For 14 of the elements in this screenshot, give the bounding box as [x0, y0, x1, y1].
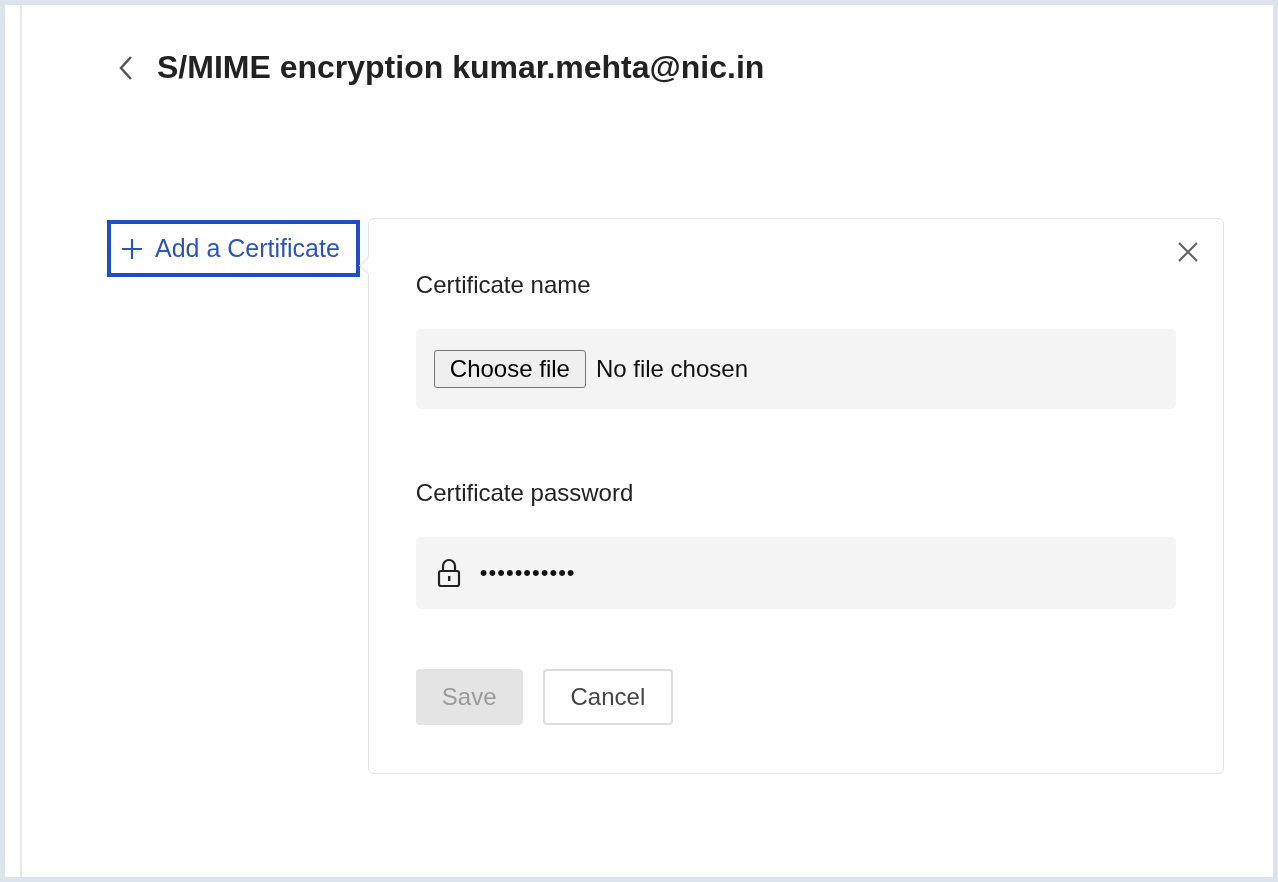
field-label: Certificate password	[415, 479, 635, 507]
add-certificate-button[interactable]: Add a Certificate	[107, 220, 360, 277]
close-icon[interactable]	[1176, 241, 1199, 263]
plus-icon	[121, 237, 143, 260]
file-status: No file chosen	[595, 355, 748, 383]
page-title: S/MIME encryption kumar.mehta@nic.in	[157, 49, 765, 86]
password-value: •••••••••••	[479, 560, 576, 586]
password-field[interactable]: •••••••••••	[415, 537, 1176, 609]
back-icon[interactable]	[119, 54, 133, 81]
cancel-button[interactable]: Cancel	[542, 669, 674, 725]
lock-icon	[435, 558, 462, 588]
choose-file-button[interactable]: Choose file	[433, 350, 586, 388]
file-field[interactable]: Choose file No file chosen	[415, 329, 1176, 409]
field-label: Certificate name	[415, 271, 592, 299]
